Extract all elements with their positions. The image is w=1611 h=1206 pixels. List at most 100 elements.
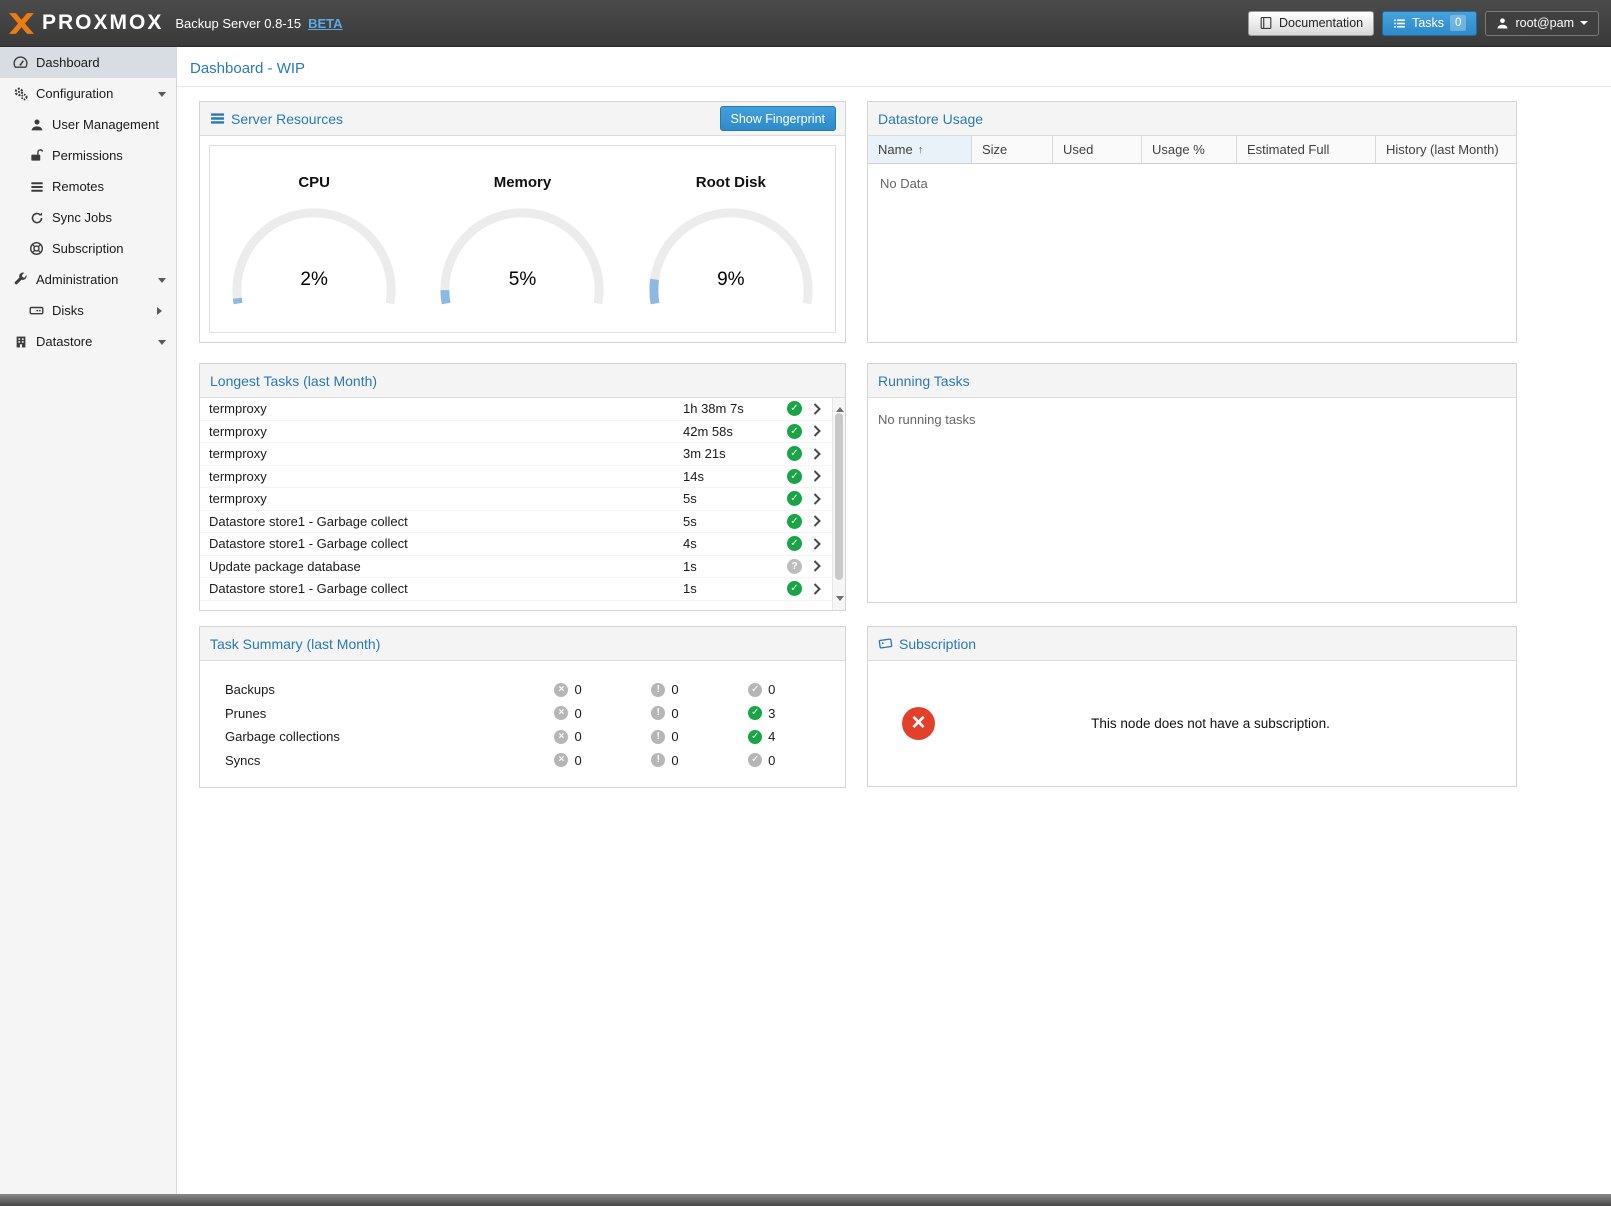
dashboard-icon: [12, 55, 29, 70]
error-icon: ×: [554, 753, 568, 767]
summary-row[interactable]: Syncs ×0 !0 ✓0: [225, 749, 845, 773]
subscription-panel: Subscription × This node does not have a…: [867, 626, 1517, 787]
user-menu-button[interactable]: root@pam: [1485, 11, 1599, 36]
column-header-history[interactable]: History (last Month): [1376, 136, 1516, 163]
column-header-estimated-full[interactable]: Estimated Full: [1237, 136, 1376, 163]
sidebar-item-sync-jobs[interactable]: Sync Jobs: [0, 202, 176, 233]
subscription-message: This node does not have a subscription.: [935, 716, 1516, 731]
tasks-button[interactable]: Tasks 0: [1382, 11, 1477, 36]
chevron-right-icon[interactable]: [802, 425, 832, 437]
sort-asc-icon: ↑: [918, 144, 924, 156]
task-status-icon: ✓: [787, 581, 802, 596]
datastore-usage-panel: Datastore Usage Name↑ Size Used Usage % …: [867, 101, 1517, 343]
chevron-down-icon: [1580, 21, 1588, 29]
topbar-actions: Documentation Tasks 0 root@pam: [1248, 11, 1599, 36]
tasks-count-badge: 0: [1450, 15, 1466, 31]
sidebar-item-administration[interactable]: Administration: [0, 264, 176, 295]
task-status-icon: ✓: [787, 401, 802, 416]
error-icon: ×: [554, 706, 568, 720]
chevron-right-icon[interactable]: [802, 538, 832, 550]
gears-icon: [12, 86, 29, 101]
building-icon: [12, 335, 29, 349]
show-fingerprint-button[interactable]: Show Fingerprint: [720, 106, 837, 131]
column-header-usage-pct[interactable]: Usage %: [1142, 136, 1237, 163]
page-title: Dashboard - WIP: [190, 60, 305, 77]
ok-icon: ✓: [748, 683, 762, 697]
sidebar-item-dashboard[interactable]: Dashboard: [0, 47, 176, 78]
sidebar-item-subscription[interactable]: Subscription: [0, 233, 176, 264]
longest-tasks-panel: Longest Tasks (last Month) termproxy1h 3…: [199, 363, 846, 611]
sidebar-item-remotes[interactable]: Remotes: [0, 171, 176, 202]
sidebar-item-configuration[interactable]: Configuration: [0, 78, 176, 109]
task-row[interactable]: Update package database1s?: [200, 556, 832, 579]
beta-link[interactable]: BETA: [308, 16, 342, 31]
longest-tasks-list: termproxy1h 38m 7s✓ termproxy42m 58s✓ te…: [200, 398, 832, 610]
page-header: Dashboard - WIP: [177, 47, 1611, 87]
sidebar-item-user-management[interactable]: User Management: [0, 109, 176, 140]
warning-icon: !: [651, 730, 665, 744]
summary-row[interactable]: Backups ×0 !0 ✓0: [225, 678, 845, 702]
panel-title: Task Summary (last Month): [210, 636, 380, 652]
window-bottom-edge: [0, 1194, 1611, 1206]
sidebar: Dashboard Configuration User Management: [0, 47, 177, 1194]
unlock-icon: [28, 148, 45, 163]
chevron-right-icon[interactable]: [802, 493, 832, 505]
task-row[interactable]: termproxy42m 58s✓: [200, 421, 832, 444]
task-status-icon: ✓: [787, 536, 802, 551]
documentation-button[interactable]: Documentation: [1248, 11, 1374, 36]
task-status-icon: ✓: [787, 469, 802, 484]
chevron-right-icon[interactable]: [802, 583, 832, 595]
column-header-name[interactable]: Name↑: [868, 136, 972, 163]
task-row[interactable]: Datastore store1 - Garbage collect5s✓: [200, 511, 832, 534]
empty-text: No Data: [868, 164, 1516, 191]
summary-row[interactable]: Prunes ×0 !0 ✓3: [225, 702, 845, 726]
task-status-icon: ✓: [787, 424, 802, 439]
root-disk-gauge: Root Disk 9%: [631, 146, 831, 332]
task-row[interactable]: Datastore store1 - Garbage collect4s✓: [200, 533, 832, 556]
gauges-container: CPU 2%: [209, 145, 836, 333]
scroll-down-icon[interactable]: [836, 596, 844, 605]
task-row[interactable]: termproxy1h 38m 7s✓: [200, 398, 832, 421]
cpu-gauge-value: 2%: [225, 269, 403, 291]
sidebar-item-datastore[interactable]: Datastore: [0, 326, 176, 357]
task-summary-body: Backups ×0 !0 ✓0 Prunes ×0 !0 ✓3: [200, 661, 845, 787]
topbar: PROXMOX Backup Server 0.8-15 BETA Docume…: [0, 0, 1611, 47]
task-row[interactable]: termproxy5s✓: [200, 488, 832, 511]
task-summary-panel: Task Summary (last Month) Backups ×0 !0 …: [199, 626, 846, 788]
task-status-icon: ✓: [787, 514, 802, 529]
chevron-right-icon[interactable]: [802, 448, 832, 460]
warning-icon: !: [651, 753, 665, 767]
task-row[interactable]: termproxy3m 21s✓: [200, 443, 832, 466]
error-icon: ×: [554, 730, 568, 744]
chevron-right-icon[interactable]: [802, 470, 832, 482]
ok-icon: ✓: [748, 706, 762, 720]
task-row[interactable]: Datastore store1 - Garbage collect1s✓: [200, 578, 832, 601]
scrollbar[interactable]: [832, 398, 845, 610]
task-status-icon: ✓: [787, 491, 802, 506]
chevron-right-icon[interactable]: [802, 515, 832, 527]
scrollbar-thumb[interactable]: [835, 413, 843, 580]
column-header-size[interactable]: Size: [972, 136, 1053, 163]
task-row[interactable]: termproxy14s✓: [200, 466, 832, 489]
summary-row[interactable]: Garbage collections ×0 !0 ✓4: [225, 725, 845, 749]
task-status-icon: ✓: [787, 446, 802, 461]
chevron-down-icon: [158, 340, 166, 349]
memory-gauge-value: 5%: [433, 269, 611, 291]
sidebar-item-permissions[interactable]: Permissions: [0, 140, 176, 171]
task-list-icon: [1393, 17, 1406, 30]
memory-gauge: Memory 5%: [422, 146, 622, 332]
column-header-used[interactable]: Used: [1053, 136, 1142, 163]
app: PROXMOX Backup Server 0.8-15 BETA Docume…: [0, 0, 1611, 1206]
hdd-icon: [28, 303, 45, 318]
scroll-up-icon[interactable]: [836, 403, 844, 412]
wrench-icon: [12, 272, 29, 287]
panel-title: Longest Tasks (last Month): [210, 373, 377, 389]
refresh-icon: [28, 211, 45, 225]
user-icon: [1496, 17, 1509, 30]
panel-title: Running Tasks: [878, 373, 970, 389]
sidebar-item-disks[interactable]: Disks: [0, 295, 176, 326]
chevron-right-icon[interactable]: [802, 560, 832, 572]
chevron-right-icon[interactable]: [802, 403, 832, 415]
product-version: Backup Server 0.8-15: [175, 16, 301, 31]
proxmox-logo: PROXMOX: [8, 11, 163, 35]
